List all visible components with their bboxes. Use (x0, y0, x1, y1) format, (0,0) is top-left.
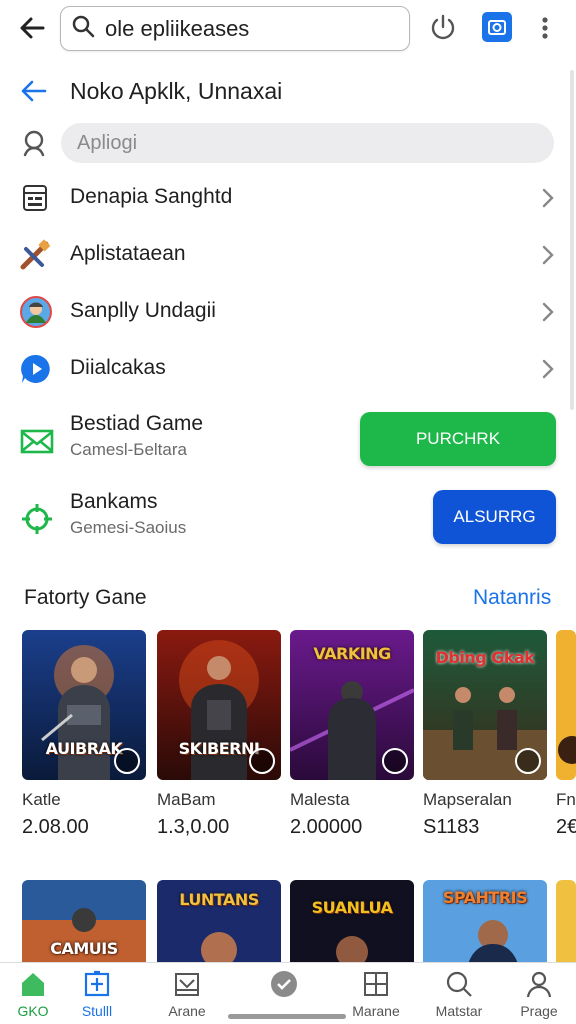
grid-icon (364, 972, 388, 996)
menu-item-label: Aplistataean (70, 242, 186, 265)
game-row-2: CAMUIS LUNTANS SUANLUA SPAHTRIS (0, 880, 576, 964)
inbox-icon (175, 973, 199, 996)
back-arrow-icon[interactable] (16, 12, 48, 44)
game-art: Dbing Gkak (423, 630, 547, 780)
promo-subtitle: Camesl-Бeltara (70, 440, 187, 459)
game-price: 2.00000 (290, 816, 363, 838)
target-icon (20, 502, 54, 536)
play-icon (20, 353, 52, 385)
top-search-field[interactable]: ole epliikeases (60, 6, 410, 51)
game-art-title: CAMUIS (50, 939, 118, 958)
mail-icon (20, 424, 54, 458)
game-art-title: SPAHTRIS (442, 888, 528, 907)
game-art (556, 630, 576, 780)
nav-prage[interactable]: Prage (503, 969, 575, 1024)
game-card[interactable]: LUNTANS (157, 880, 281, 964)
purchase-button[interactable]: PURCHRK (360, 412, 556, 466)
game-card[interactable]: Dbing Gkak Mapseralan S1183 (423, 630, 547, 839)
game-price: 2.08.00 (22, 816, 89, 838)
camera-icon[interactable] (482, 12, 512, 42)
game-art: AUIBRAK (22, 630, 146, 780)
chevron-right-icon (538, 357, 558, 381)
home-gesture-bar[interactable] (228, 1014, 346, 1019)
game-card[interactable] (556, 880, 576, 964)
nav-marane[interactable]: Marane (340, 969, 412, 1024)
game-art-title: VARKING (313, 644, 391, 663)
person-icon (526, 971, 552, 998)
game-name: Mapseralan (423, 790, 512, 809)
section-see-more-link[interactable]: Natanris (473, 586, 551, 610)
chevron-right-icon (538, 186, 558, 210)
search-icon (71, 14, 95, 43)
game-card[interactable]: Fni 2€ (556, 630, 576, 839)
badge-icon (382, 748, 408, 774)
nav-label: Arane (168, 1003, 206, 1019)
game-art-title: Dbing Gkak (435, 648, 535, 667)
promo-name: Bestiad Game (70, 412, 204, 435)
game-art: VARKING (290, 630, 414, 780)
menu-item-label: Sanplly Undagii (70, 299, 216, 322)
nav-home[interactable]: GKO (0, 969, 69, 1024)
game-name: Katle (22, 790, 61, 809)
page-title: Noko Apklk, Unnaxai (70, 78, 283, 104)
nav-label: Stulll (81, 1003, 113, 1019)
menu-item-label: Diialcakas (70, 356, 166, 379)
search-icon (20, 128, 50, 158)
nav-stulll[interactable]: Stulll (61, 969, 133, 1024)
back-arrow-icon[interactable] (18, 76, 50, 108)
game-price: S1183 (423, 816, 480, 838)
game-art-title: LUNTANS (179, 890, 259, 909)
menu-item-label: Denapia Sanghtd (70, 185, 233, 208)
menu-item-sanplly[interactable]: Sanplly Undagii (0, 284, 576, 340)
game-card[interactable]: SUANLUA (290, 880, 414, 964)
badge-icon (249, 748, 275, 774)
chevron-right-icon (538, 243, 558, 267)
check-circle-icon (271, 971, 297, 997)
game-name: Malesta (290, 790, 350, 809)
game-card[interactable]: SKIBERNI MaBam 1.3,0.00 (157, 630, 281, 839)
badge-icon (515, 748, 541, 774)
search-icon (446, 971, 472, 997)
add-box-icon (84, 970, 110, 997)
more-vert-icon[interactable] (534, 12, 556, 44)
nav-label: Matstar (435, 1003, 483, 1019)
game-card[interactable]: VARKING Malesta 2.00000 (290, 630, 414, 839)
power-icon[interactable] (428, 12, 460, 44)
alsurrg-button[interactable]: ALSURRG (433, 490, 556, 544)
nav-label: Marane (352, 1003, 400, 1019)
avatar-icon (20, 296, 52, 328)
game-card[interactable]: AUIBRAK Katle 2.08.00 (22, 630, 146, 839)
chevron-right-icon (538, 300, 558, 324)
promo-subtitle: Gemesi-Saoius (70, 518, 187, 537)
home-icon (22, 973, 44, 996)
nav-arane[interactable]: Arane (151, 969, 223, 1024)
game-name: Fni (556, 790, 576, 809)
badge-icon (114, 748, 140, 774)
game-price: 1.3,0.00 (157, 816, 230, 838)
top-search-value[interactable]: ole epliikeases (105, 16, 249, 42)
promo-name: Bankams (70, 490, 158, 513)
game-name: MaBam (157, 790, 216, 809)
section-title: Fatorty Gane (24, 586, 147, 609)
app-search-input[interactable]: Apliogi (61, 123, 554, 163)
menu-item-aplistataean[interactable]: Aplistataean (0, 227, 576, 283)
page-header: Noko Apklk, Unnaxai (0, 68, 576, 116)
nav-label: Prage (520, 1003, 558, 1019)
nav-label: GKO (17, 1003, 49, 1019)
game-card[interactable]: CAMUIS (22, 880, 146, 964)
game-card[interactable]: SPAHTRIS (423, 880, 547, 964)
game-price: 2€ (556, 816, 576, 838)
game-art-title: SUANLUA (311, 898, 393, 917)
nav-matstar[interactable]: Matstar (423, 969, 495, 1024)
game-art: SKIBERNI (157, 630, 281, 780)
menu-item-denapia[interactable]: Denapia Sanghtd (0, 170, 576, 226)
tools-icon (20, 239, 52, 271)
calendar-icon (20, 182, 52, 214)
top-bar: ole epliikeases (0, 0, 576, 58)
menu-item-diialcakas[interactable]: Diialcakas (0, 341, 576, 397)
